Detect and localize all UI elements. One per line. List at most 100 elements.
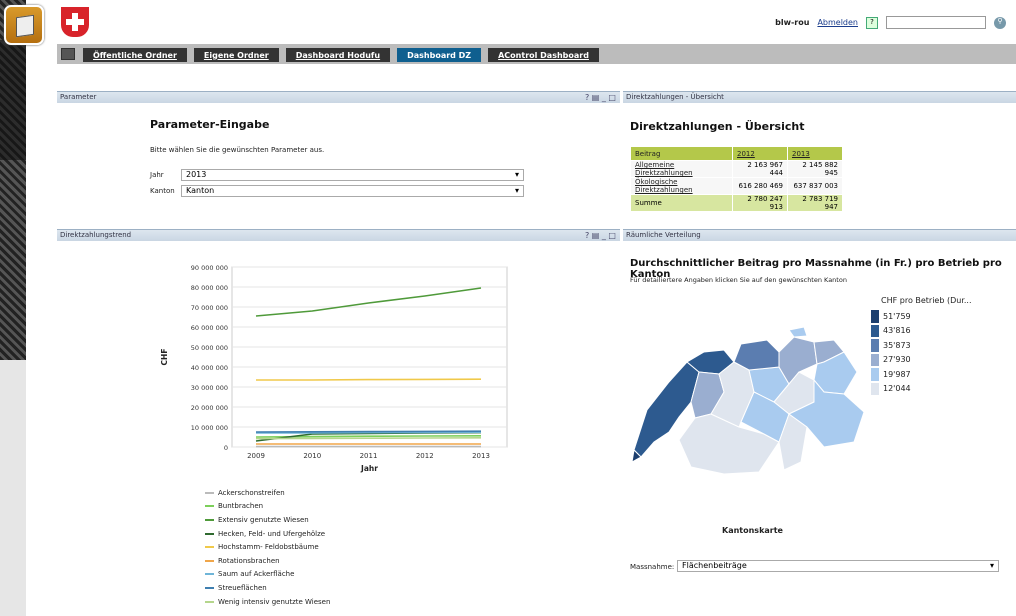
legend-swatch (205, 559, 214, 562)
y-tick-label: 40 000 000 (191, 364, 228, 372)
tab-eigene-ordner[interactable]: Eigene Ordner (193, 48, 279, 62)
legend-item[interactable]: Hochstamm- Feldobstbäume (205, 540, 330, 554)
sum-label: Summe (630, 194, 733, 212)
tab-oeffentliche-ordner[interactable]: Öffentliche Ordner (83, 48, 187, 62)
help-icon[interactable]: ? (866, 16, 878, 29)
panel-title: Direktzahlungstrend (60, 231, 132, 239)
kanton-select[interactable]: Kanton (181, 185, 524, 197)
table-row: Allgemeine Direktzahlungen 2 163 967 444… (630, 160, 843, 178)
legend-label: Rotationsbrachen (218, 556, 280, 565)
y-tick-label: 30 000 000 (191, 384, 228, 392)
tab-dashboard-hodufu[interactable]: Dashboard Hodufu (285, 48, 391, 62)
panel-title: Direktzahlungen - Übersicht (626, 93, 724, 101)
legend-label: Ackerschonstreifen (218, 488, 285, 497)
canton-aargau[interactable] (733, 339, 780, 371)
search-icon[interactable]: ⚲ (994, 16, 1006, 29)
panel-controls[interactable]: ? ▤ _ □ (585, 92, 616, 103)
legend-swatch (870, 367, 880, 382)
app-icon[interactable] (4, 5, 44, 45)
trend-chart: 90 000 000 80 000 000 70 000 000 60 000 000… (160, 264, 508, 473)
y-tick-label: 50 000 000 (191, 344, 228, 352)
tab-dashboard-dz[interactable]: Dashboard DZ (397, 48, 482, 62)
kanton-label: Kanton (150, 187, 175, 195)
legend-item[interactable]: Wenig intensiv genutzte Wiesen (205, 595, 330, 609)
jahr-select[interactable]: 2013 (181, 169, 524, 181)
map-legend: CHF pro Betrieb (Dur... 51'759 43'816 35'8… (870, 296, 972, 396)
legend-label: Hochstamm- Feldobstbäume (218, 543, 319, 552)
legend-swatch (205, 573, 214, 576)
row-label[interactable]: Ökologische Direktzahlungen (630, 177, 733, 195)
table-header: Beitrag (630, 146, 733, 161)
raum-subtitle: Für detailiertere Angaben klicken Sie au… (630, 276, 847, 284)
map-legend-item: 51'759 (870, 309, 972, 324)
map-legend-item: 19'987 (870, 367, 972, 382)
table-cell: 637 837 003 (787, 177, 843, 195)
direktzahlungen-title: Direktzahlungen - Übersicht (630, 120, 805, 133)
table-header-row: Beitrag 2012 2013 (630, 146, 843, 161)
x-tick-label: 2010 (303, 452, 321, 460)
swiss-cross-logo (61, 7, 89, 37)
series-line (255, 430, 482, 433)
legend-label: Buntbrachen (218, 502, 264, 511)
cube-icon (16, 14, 34, 38)
background-photo (0, 0, 26, 360)
legend-swatch (205, 491, 214, 494)
home-icon[interactable] (61, 48, 75, 60)
table-header-2013[interactable]: 2013 (787, 146, 843, 161)
left-strip (26, 0, 57, 616)
tab-bar: Öffentliche Ordner Eigene Ordner Dashboa… (57, 44, 1016, 64)
legend-label: 27'930 (883, 355, 911, 365)
series-line (256, 378, 482, 381)
x-tick-label: 2011 (360, 452, 378, 460)
trend-panel-header: Direktzahlungstrend ? ▤ _ □ (57, 229, 620, 241)
legend-item[interactable]: Extensiv genutzte Wiesen (205, 513, 330, 527)
x-tick-label: 2013 (472, 452, 490, 460)
chart-legend: Ackerschonstreifen Buntbrachen Extensiv ge… (205, 486, 330, 608)
map-caption: Kantonskarte (722, 526, 783, 535)
parameter-panel-header: Parameter ? ▤ _ □ (57, 91, 620, 103)
username: blw-rou (775, 18, 810, 27)
legend-label: 19'987 (883, 369, 911, 379)
legend-label: 35'873 (883, 340, 911, 350)
legend-item[interactable]: Saum auf Ackerfläche (205, 568, 330, 582)
tab-acontrol-dashboard[interactable]: AControl Dashboard (488, 48, 599, 62)
legend-swatch (870, 309, 880, 324)
legend-item[interactable]: Streueflächen (205, 581, 330, 595)
massnahme-label: Massnahme: (630, 563, 675, 571)
panel-title: Parameter (60, 93, 97, 101)
table-cell: 2 780 247 913 (732, 194, 788, 212)
y-axis-label: CHF (160, 349, 169, 366)
legend-label: 51'759 (883, 311, 911, 321)
switzerland-map[interactable] (629, 322, 869, 482)
row-label[interactable]: Allgemeine Direktzahlungen (630, 160, 733, 178)
logout-link[interactable]: Abmelden (817, 18, 858, 27)
canton-schaffhausen[interactable] (788, 326, 808, 338)
legend-swatch (870, 381, 880, 396)
legend-swatch (870, 338, 880, 353)
x-tick-label: 2012 (416, 452, 434, 460)
panel-title: Räumliche Verteilung (626, 231, 701, 239)
legend-item[interactable]: Hecken, Feld- und Ufergehölze (205, 527, 330, 541)
legend-label: Wenig intensiv genutzte Wiesen (218, 597, 331, 606)
legend-label: 12'044 (883, 384, 911, 394)
y-tick-label: 70 000 000 (191, 304, 228, 312)
background-panel (0, 360, 26, 616)
legend-item[interactable]: Ackerschonstreifen (205, 486, 330, 500)
massnahme-select[interactable]: Flächenbeiträge (677, 560, 999, 572)
legend-swatch (870, 352, 880, 367)
panel-controls[interactable]: ? ▤ _ □ (585, 230, 616, 241)
legend-swatch (870, 323, 880, 338)
y-tick-label: 20 000 000 (191, 404, 228, 412)
legend-item[interactable]: Rotationsbrachen (205, 554, 330, 568)
legend-swatch (205, 532, 214, 535)
legend-label: Hecken, Feld- und Ufergehölze (218, 529, 326, 538)
table-header-2012[interactable]: 2012 (732, 146, 788, 161)
legend-swatch (205, 505, 214, 508)
legend-label: 43'816 (883, 326, 911, 336)
map-legend-item: 27'930 (870, 352, 972, 367)
search-input[interactable] (886, 16, 986, 29)
main-window: blw-rou Abmelden ? ⚲ Öffentliche Ordner … (57, 0, 1016, 616)
legend-item[interactable]: Buntbrachen (205, 500, 330, 514)
jahr-label: Jahr (150, 171, 164, 179)
y-tick-label: 0 (224, 444, 228, 452)
